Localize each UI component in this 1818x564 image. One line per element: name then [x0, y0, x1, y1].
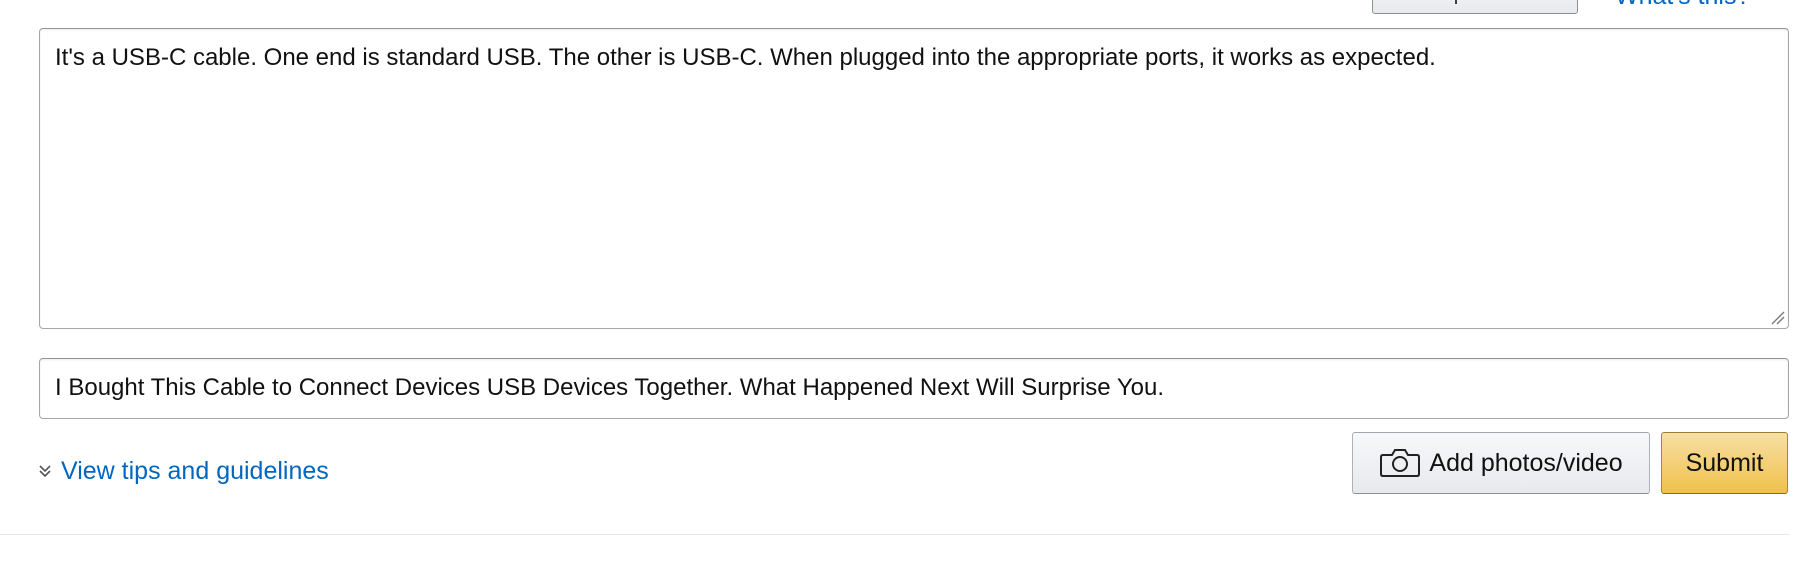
review-headline-input[interactable]: I Bought This Cable to Connect Devices U…: [39, 358, 1789, 419]
submit-label: Submit: [1685, 448, 1764, 477]
whats-this-link[interactable]: What's this?: [1615, 0, 1750, 12]
insert-product-link-button[interactable]: Insert product link: [1372, 0, 1578, 14]
resize-grip-icon[interactable]: [1769, 309, 1785, 325]
view-tips-label: View tips and guidelines: [61, 456, 329, 485]
review-body-text: It's a USB-C cable. One end is standard …: [55, 44, 1436, 71]
review-body-textarea[interactable]: It's a USB-C cable. One end is standard …: [39, 28, 1789, 329]
review-form: Insert product link What's this? It's a …: [0, 0, 1818, 564]
review-headline-text: I Bought This Cable to Connect Devices U…: [55, 374, 1165, 401]
double-chevron-down-icon: [39, 465, 51, 478]
view-tips-link[interactable]: View tips and guidelines: [37, 454, 329, 488]
add-photos-button[interactable]: Add photos/video: [1352, 432, 1650, 494]
section-divider: [0, 534, 1789, 535]
camera-icon: [1380, 449, 1421, 477]
add-photos-label: Add photos/video: [1429, 448, 1623, 477]
submit-button[interactable]: Submit: [1661, 432, 1788, 494]
